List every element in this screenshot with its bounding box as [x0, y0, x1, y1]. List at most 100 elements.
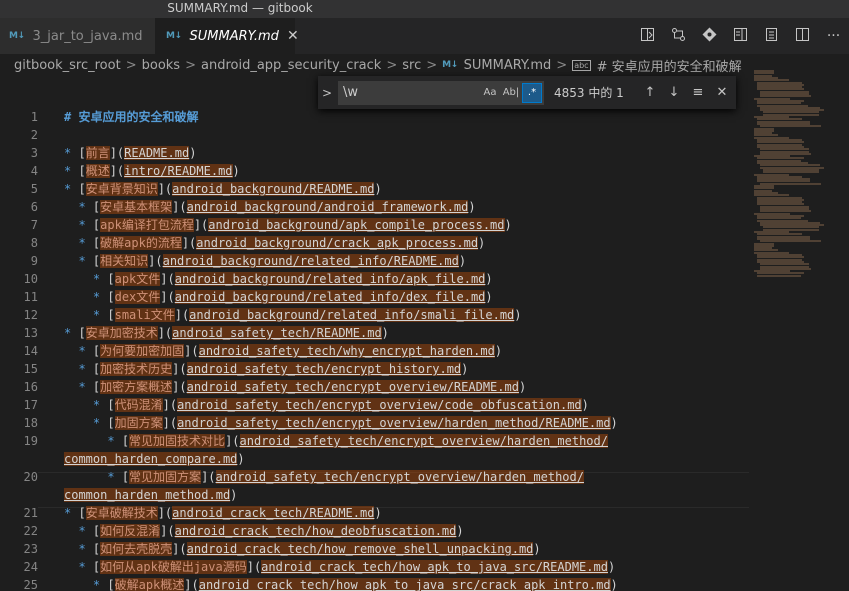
code-line[interactable]: 2 — [0, 126, 750, 144]
code-line[interactable]: 15 * [加密技术历史](android_safety_tech/encryp… — [0, 360, 750, 378]
link-url[interactable]: android_crack_tech/how_remove_shell_unpa… — [186, 542, 534, 556]
code-line[interactable]: 17 * [代码混淆](android_safety_tech/encrypt_… — [0, 396, 750, 414]
code-line[interactable]: 16 * [加密方案概述](android_safety_tech/encryp… — [0, 378, 750, 396]
editor[interactable]: 1 # 安卓应用的安全和破解 2 3 * [前言](README.md) 4 * [概述](… — [0, 76, 849, 591]
breadcrumb-symbol[interactable]: # 安卓应用的安全和破解 — [597, 56, 742, 75]
find-in-selection-icon[interactable]: ≡ — [686, 85, 710, 100]
link-url[interactable]: android_crack_tech/how_apk_to_java_src/R… — [261, 560, 608, 574]
code-line[interactable]: 8 * [破解apk的流程](android_background/crack_… — [0, 234, 750, 252]
code-line[interactable]: 13 * [安卓加密技术](android_safety_tech/README.… — [0, 324, 750, 342]
match-whole-word-icon[interactable]: Ab| — [502, 84, 520, 102]
link-url[interactable]: android_safety_tech/encrypt_overview/REA… — [186, 380, 519, 394]
line-content: * [常见加固技术对比](android_safety_tech/encrypt… — [64, 432, 608, 450]
link-url[interactable]: android_safety_tech/encrypt_overview/har… — [215, 470, 584, 484]
line-number: 11 — [23, 290, 38, 304]
link-url[interactable]: common_harden_method.md — [64, 488, 231, 502]
breadcrumb-file[interactable]: SUMMARY.md — [464, 58, 552, 73]
close-icon[interactable]: ✕ — [710, 85, 734, 100]
code-line[interactable]: 11 * [dex文件](android_background/related_… — [0, 288, 750, 306]
link-url[interactable]: android_crack_tech/how_apk_to_java_src/c… — [198, 578, 611, 591]
link-url[interactable]: android_crack_tech/README.md — [172, 506, 375, 520]
tab-summary[interactable]: M↓ SUMMARY.md ✕ — [155, 18, 299, 54]
bracket: ) — [456, 524, 464, 538]
previous-match-icon[interactable]: ↑ — [638, 85, 662, 100]
code-line[interactable]: 18 * [加固方案](android_safety_tech/encrypt_… — [0, 414, 750, 432]
code-line[interactable]: 3 * [前言](README.md) — [0, 144, 750, 162]
minimap[interactable] — [750, 70, 840, 280]
link-text: 加密技术历史 — [100, 362, 173, 376]
bracket: [ — [107, 416, 115, 430]
open-changes-icon[interactable] — [756, 27, 787, 46]
close-icon[interactable]: ✕ — [287, 28, 299, 44]
open-preview-icon[interactable] — [632, 27, 663, 46]
link-url[interactable]: android_safety_tech/encrypt_overview/cod… — [177, 398, 582, 412]
line-content: * [apk文件](android_background/related_inf… — [64, 270, 493, 288]
code-line[interactable]: 14 * [为何要加密加固](android_safety_tech/why_e… — [0, 342, 750, 360]
code-line[interactable]: 20 * [常见加固方案](android_safety_tech/encryp… — [0, 468, 750, 486]
preview-side-icon[interactable] — [725, 27, 756, 46]
breadcrumb-item[interactable]: android_app_security_crack — [201, 58, 381, 73]
breadcrumb-item[interactable]: gitbook_src_root — [14, 58, 121, 73]
link-url[interactable]: android_background/apk_compile_process.m… — [208, 218, 505, 232]
code-line[interactable]: 9 * [相关知识](android_background/related_in… — [0, 252, 750, 270]
git-commit-icon[interactable] — [694, 27, 725, 46]
indent-guide — [64, 308, 93, 322]
find-input[interactable]: \w Aa Ab| .* — [338, 80, 544, 105]
bracket: ) — [494, 344, 503, 358]
indent-guide — [64, 578, 93, 591]
link-url[interactable]: android_background/crack_apk_process.md — [196, 236, 479, 250]
link-url[interactable]: android_crack_tech/how_deobfuscation.md — [174, 524, 457, 538]
link-url[interactable]: android_background/related_info/dex_file… — [174, 290, 486, 304]
code-line[interactable]: 24 * [如何从apk破解出java源码](android_crack_tec… — [0, 558, 750, 576]
code-line[interactable]: 12 * [smali文件](android_background/relate… — [0, 306, 750, 324]
link-url[interactable]: android_safety_tech/encrypt_overview/har… — [239, 434, 608, 448]
link-url[interactable]: README.md — [124, 146, 190, 160]
link-text: apk文件 — [114, 272, 161, 286]
link-url[interactable]: android_background/android_framework.md — [186, 200, 469, 214]
code-line[interactable]: 23 * [如何去壳脱壳](android_crack_tech/how_rem… — [0, 540, 750, 558]
link-url[interactable]: android_background/related_info/README.m… — [162, 254, 459, 268]
line-number: 18 — [23, 416, 38, 430]
next-match-icon[interactable]: ↓ — [662, 85, 686, 100]
code-line-wrapped[interactable]: common_harden_method.md) — [0, 486, 750, 504]
bracket: [ — [121, 434, 130, 448]
code-line[interactable]: 19 * [常见加固技术对比](android_safety_tech/encr… — [0, 432, 750, 450]
link-url[interactable]: android_safety_tech/encrypt_history.md — [186, 362, 462, 376]
code-line-wrapped[interactable]: common_harden_compare.md) — [0, 450, 750, 468]
link-url[interactable]: intro/README.md — [124, 164, 233, 178]
bracket: ]( — [172, 542, 187, 556]
breadcrumb-item[interactable]: src — [402, 58, 421, 73]
code-line[interactable]: 1 # 安卓应用的安全和破解 — [0, 108, 750, 126]
link-url[interactable]: android_background/related_info/apk_file… — [174, 272, 486, 286]
link-url[interactable]: android_safety_tech/encrypt_overview/har… — [177, 416, 611, 430]
code-line[interactable]: 7 * [apk编译打包流程](android_background/apk_c… — [0, 216, 750, 234]
link-url[interactable]: android_background/related_info/smali_fi… — [189, 308, 515, 322]
line-content: * [加密技术历史](android_safety_tech/encrypt_h… — [64, 360, 468, 378]
split-editor-icon[interactable] — [787, 27, 818, 46]
code-line[interactable]: 4 * [概述](intro/README.md) — [0, 162, 750, 180]
git-compare-icon[interactable] — [663, 27, 694, 46]
link-url[interactable]: android_safety_tech/why_encrypt_harden.m… — [198, 344, 495, 358]
link-url[interactable]: android_background/README.md — [172, 182, 375, 196]
indent-guide — [64, 272, 93, 286]
vertical-scrollbar[interactable] — [840, 76, 849, 591]
code-line[interactable]: 21 * [安卓破解技术](android_crack_tech/README.m… — [0, 504, 750, 522]
code-line[interactable]: 6 * [安卓基本框架](android_background/android_… — [0, 198, 750, 216]
link-text: 安卓加密技术 — [85, 326, 158, 340]
tab-3-jar-to-java[interactable]: M↓ 3_jar_to_java.md — [0, 18, 155, 54]
breadcrumb-item[interactable]: books — [142, 58, 180, 73]
bracket: [ — [107, 272, 115, 286]
link-url[interactable]: common_harden_compare.md — [64, 452, 238, 466]
line-content: * [安卓加密技术](android_safety_tech/README.md… — [64, 324, 389, 342]
toggle-replace-icon[interactable]: > — [318, 86, 336, 100]
code-line[interactable]: 10 * [apk文件](android_background/related_… — [0, 270, 750, 288]
bracket: ) — [189, 146, 197, 160]
line-content: * [如何去壳脱壳](android_crack_tech/how_remove… — [64, 540, 541, 558]
code-line[interactable]: 25 * [破解apk概述](android_crack_tech/how_ap… — [0, 576, 750, 591]
more-actions-icon[interactable]: ··· — [818, 28, 849, 44]
code-line[interactable]: 5 * [安卓背景知识](android_background/README.md… — [0, 180, 750, 198]
code-line[interactable]: 22 * [如何反混淆](android_crack_tech/how_deob… — [0, 522, 750, 540]
link-url[interactable]: android_safety_tech/README.md — [172, 326, 382, 340]
match-case-icon[interactable]: Aa — [481, 84, 499, 102]
use-regex-icon[interactable]: .* — [522, 82, 542, 103]
